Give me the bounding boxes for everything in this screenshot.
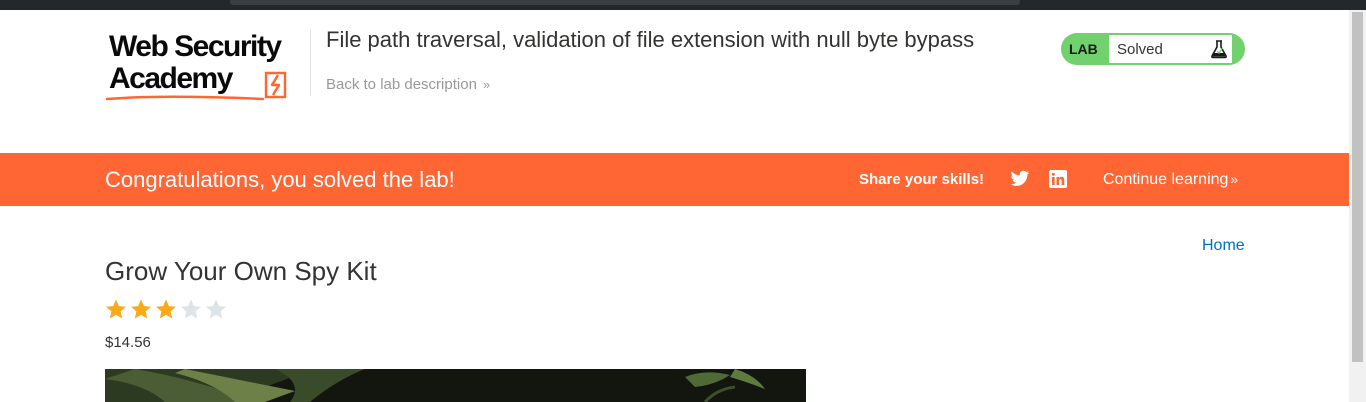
logo-lightning-icon <box>264 71 287 99</box>
page-scrollbar[interactable] <box>1349 10 1366 402</box>
star-filled-icon <box>156 299 176 319</box>
star-empty-icon <box>181 299 201 319</box>
status-badge-label: LAB <box>1069 41 1098 57</box>
product-rating <box>104 298 228 321</box>
product-image <box>105 369 806 402</box>
browser-top-strip <box>0 0 1366 10</box>
twitter-icon[interactable] <box>1010 170 1030 193</box>
chevron-right-icon: » <box>1230 171 1239 187</box>
scrollbar-thumb[interactable] <box>1352 12 1363 362</box>
star-empty-icon <box>206 299 226 319</box>
back-to-lab-description-link[interactable]: Back to lab description » <box>326 76 490 93</box>
product-title: Grow Your Own Spy Kit <box>105 256 377 286</box>
chevron-right-icon: » <box>482 77 491 92</box>
star-filled-icon <box>106 299 126 319</box>
continue-learning-label: Continue learning <box>1103 171 1229 188</box>
flask-icon <box>1211 40 1227 59</box>
logo-underline <box>105 95 265 101</box>
lab-status-widget: LAB Solved <box>1061 33 1245 65</box>
star-filled-icon <box>131 299 151 319</box>
academy-logo[interactable]: Web Security Academy <box>105 30 310 104</box>
tab-handle <box>230 0 1020 5</box>
solved-banner: Congratulations, you solved the lab! Sha… <box>0 153 1349 206</box>
congratulations-message: Congratulations, you solved the lab! <box>105 167 455 192</box>
product-photo <box>105 369 806 402</box>
home-link[interactable]: Home <box>1202 237 1245 255</box>
product-price: $14.56 <box>105 334 151 351</box>
lab-title: File path traversal, validation of file … <box>326 27 975 52</box>
share-label: Share your skills! <box>859 171 985 188</box>
logo-line-1: Web Security <box>109 30 282 63</box>
linkedin-icon[interactable] <box>1049 170 1067 193</box>
continue-learning-link[interactable]: Continue learning» <box>1103 171 1238 189</box>
back-link-label: Back to lab description <box>326 76 477 93</box>
logo-line-2: Academy <box>109 62 233 95</box>
header-divider <box>310 30 311 96</box>
